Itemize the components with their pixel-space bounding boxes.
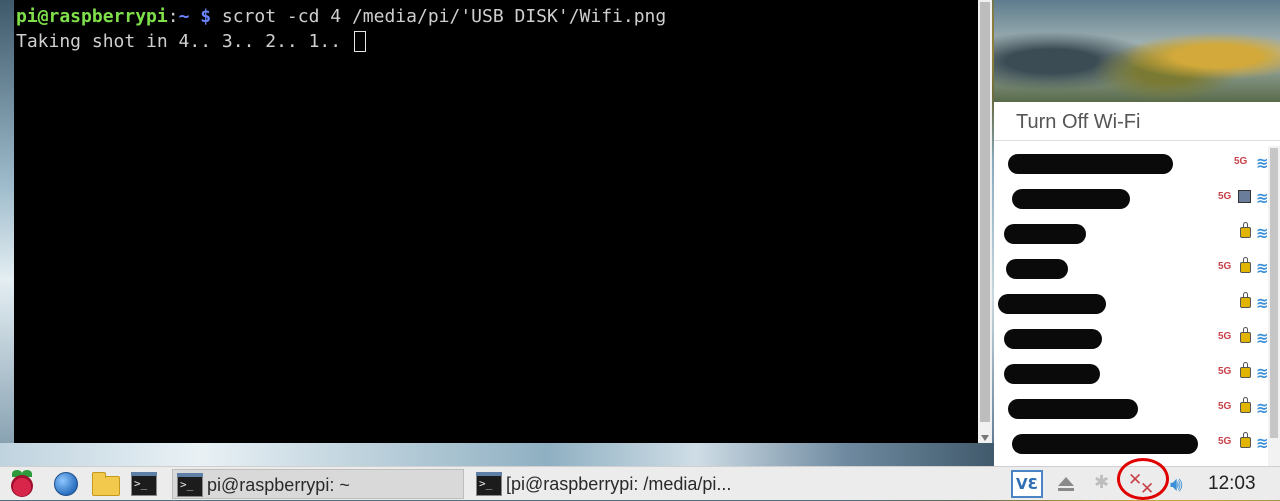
command-text: scrot -cd 4 /media/pi/'USB DISK'/Wifi.pn… — [211, 6, 667, 27]
redacted-ssid — [1012, 434, 1198, 454]
enterprise-security-icon — [1238, 190, 1251, 203]
prompt-user: pi@raspberrypi — [16, 6, 168, 27]
terminal-icon: >_ — [177, 473, 203, 497]
raspberry-berry — [11, 475, 33, 497]
wifi-signal-icon: ≋ — [1256, 329, 1269, 347]
wallpaper-peek — [994, 0, 1280, 102]
redacted-ssid — [1008, 154, 1173, 174]
network-item[interactable]: 5G ≋ — [994, 426, 1269, 461]
terminal-icon: >_ — [476, 472, 502, 496]
clock[interactable]: 12:03 — [1208, 467, 1256, 501]
web-browser-icon[interactable] — [52, 470, 80, 498]
wifi-signal-icon: ≋ — [1256, 189, 1269, 207]
turn-off-wifi-item[interactable]: Turn Off Wi-Fi — [994, 102, 1280, 141]
wifi-signal-icon: ≋ — [1256, 294, 1269, 312]
network-item[interactable]: ≋ — [994, 216, 1269, 251]
band-5g-badge: 5G — [1218, 401, 1232, 412]
lock-icon — [1240, 292, 1251, 308]
network-list-scroll-thumb[interactable] — [1270, 148, 1278, 438]
network-item[interactable]: 5G ≋ — [994, 181, 1269, 216]
network-item[interactable]: 5G ≋ — [994, 251, 1269, 286]
task-terminal-home[interactable]: >_ pi@raspberrypi: ~ — [172, 469, 464, 499]
network-item[interactable]: 5G ≋ — [994, 356, 1269, 391]
folder-shape — [92, 472, 120, 496]
redacted-ssid — [1004, 329, 1102, 349]
network-item[interactable]: 5G ≋ — [994, 391, 1269, 426]
red-highlight-circle — [1117, 458, 1169, 500]
band-5g-badge: 5G — [1234, 156, 1248, 167]
terminal-icon[interactable]: >_ — [131, 472, 157, 496]
band-5g-badge: 5G — [1218, 261, 1232, 272]
lock-icon — [1240, 327, 1251, 343]
file-manager-icon[interactable] — [90, 470, 120, 498]
lock-icon — [1240, 257, 1251, 273]
network-list-scrollbar[interactable] — [1268, 146, 1280, 466]
wifi-signal-icon: ≋ — [1256, 154, 1269, 172]
wifi-signal-icon: ≋ — [1256, 224, 1269, 242]
terminal-window[interactable]: pi@raspberrypi:~ $ scrot -cd 4 /media/pi… — [14, 0, 978, 443]
task-label: [pi@raspberrypi: /media/pi... — [506, 474, 732, 494]
redacted-ssid — [1004, 364, 1100, 384]
network-item[interactable]: ≋ — [994, 286, 1269, 321]
bluetooth-icon[interactable]: ✱ — [1094, 472, 1109, 493]
band-5g-badge: 5G — [1218, 191, 1232, 202]
band-5g-badge: 5G — [1218, 366, 1232, 377]
desktop-wallpaper-bottom — [0, 443, 995, 466]
prompt-separator: : — [167, 6, 179, 27]
redacted-ssid — [998, 294, 1106, 314]
task-label: pi@raspberrypi: ~ — [207, 475, 350, 495]
command-output: Taking shot in 4.. 3.. 2.. 1.. — [16, 31, 352, 52]
prompt-path: ~ $ — [178, 6, 212, 27]
lock-icon — [1240, 397, 1251, 413]
task-terminal-media[interactable]: >_ [pi@raspberrypi: /media/pi... — [472, 469, 772, 499]
terminal-line-1: pi@raspberrypi:~ $ scrot -cd 4 /media/pi… — [16, 4, 976, 29]
network-list: 5G ≋ 5G ≋ ≋ 5G ≋ ≋ 5G ≋ 5G ≋ 5G ≋ 5G ≋ — [994, 146, 1269, 461]
raspberry-menu-icon[interactable] — [8, 470, 36, 498]
terminal-scroll-thumb[interactable] — [980, 2, 990, 422]
wifi-signal-icon: ≋ — [1256, 259, 1269, 277]
band-5g-badge: 5G — [1218, 331, 1232, 342]
lock-icon — [1240, 432, 1251, 448]
wifi-signal-icon: ≋ — [1256, 399, 1269, 417]
network-item[interactable]: 5G ≋ — [994, 321, 1269, 356]
wifi-signal-icon: ≋ — [1256, 364, 1269, 382]
redacted-ssid — [1004, 224, 1086, 244]
eject-icon[interactable] — [1058, 477, 1074, 491]
desktop-wallpaper-left — [0, 0, 14, 466]
scroll-down-arrow-icon[interactable] — [981, 435, 989, 441]
volume-icon[interactable]: 🔊︎ — [1170, 472, 1183, 496]
redacted-ssid — [1012, 189, 1130, 209]
taskbar: >_ >_ pi@raspberrypi: ~ >_ [pi@raspberry… — [0, 466, 1280, 500]
network-item[interactable]: 5G ≋ — [994, 146, 1269, 181]
redacted-ssid — [1008, 399, 1138, 419]
vnc-icon[interactable]: VƐ — [1011, 470, 1043, 498]
band-5g-badge: 5G — [1218, 436, 1232, 447]
text-cursor — [353, 31, 366, 52]
wifi-networks-menu: Turn Off Wi-Fi 5G ≋ 5G ≋ ≋ 5G ≋ ≋ 5G ≋ 5G ≋ 5G ≋ 5G ≋ — [994, 0, 1280, 466]
terminal-line-2: Taking shot in 4.. 3.. 2.. 1.. — [16, 29, 976, 54]
redacted-ssid — [1006, 259, 1068, 279]
lock-icon — [1240, 362, 1251, 378]
globe-shape — [54, 472, 78, 496]
wifi-signal-icon: ≋ — [1256, 434, 1269, 452]
terminal-scrollbar[interactable] — [978, 0, 992, 443]
lock-icon — [1240, 222, 1251, 238]
